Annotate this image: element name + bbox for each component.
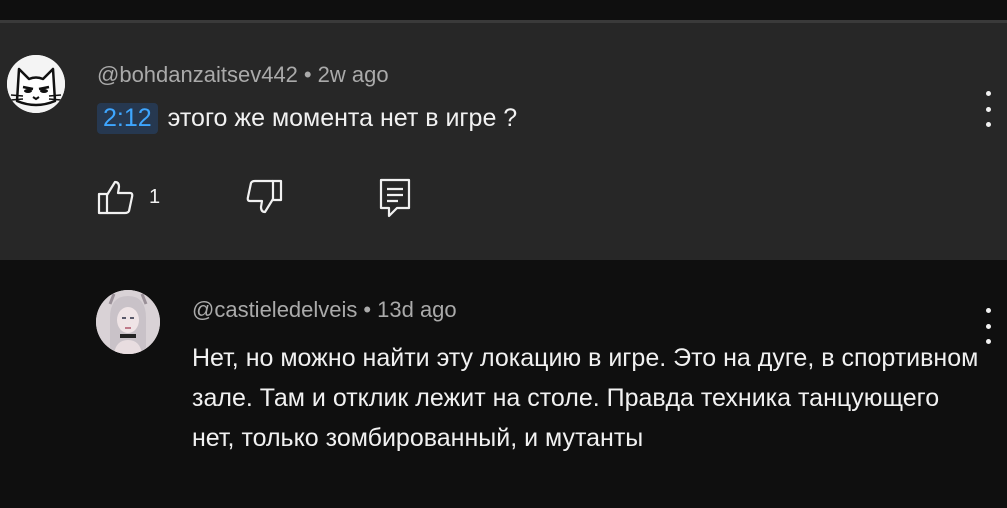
timestamp-link[interactable]: 2:12 (97, 103, 158, 134)
meta-separator: • (363, 297, 372, 322)
reply-comment: @castieledelveis • 13d ago Нет, но можно н… (0, 260, 1007, 508)
comment-thread-highlighted: @bohdanzaitsev442 • 2w ago 2:12 этого же мо… (0, 23, 1007, 260)
thumbs-down-icon[interactable] (245, 178, 283, 221)
comment-author[interactable]: @bohdanzaitsev442 (97, 62, 298, 87)
cat-avatar[interactable] (7, 55, 65, 113)
meta-separator: • (303, 62, 312, 87)
reply-time[interactable]: 13d ago (377, 297, 457, 322)
comment-text: 2:12 этого же момента нет в игре ? (97, 103, 517, 134)
reply-meta: @castieledelveis • 13d ago (192, 297, 457, 323)
girl-avatar[interactable] (96, 290, 160, 354)
like-count: 1 (149, 186, 161, 208)
comment-time[interactable]: 2w ago (318, 62, 389, 87)
kebab-menu-icon[interactable] (983, 91, 993, 127)
comment-body: этого же момента нет в игре ? (167, 104, 518, 132)
reply-comment-icon[interactable] (379, 178, 411, 223)
thumbs-up-icon[interactable] (97, 178, 135, 221)
top-bar (0, 0, 1007, 20)
reply-author[interactable]: @castieledelveis (192, 297, 357, 322)
kebab-menu-icon[interactable] (983, 308, 993, 344)
comment-meta: @bohdanzaitsev442 • 2w ago (97, 62, 389, 88)
reply-text: Нет, но можно найти эту локацию в игре. … (192, 344, 979, 452)
